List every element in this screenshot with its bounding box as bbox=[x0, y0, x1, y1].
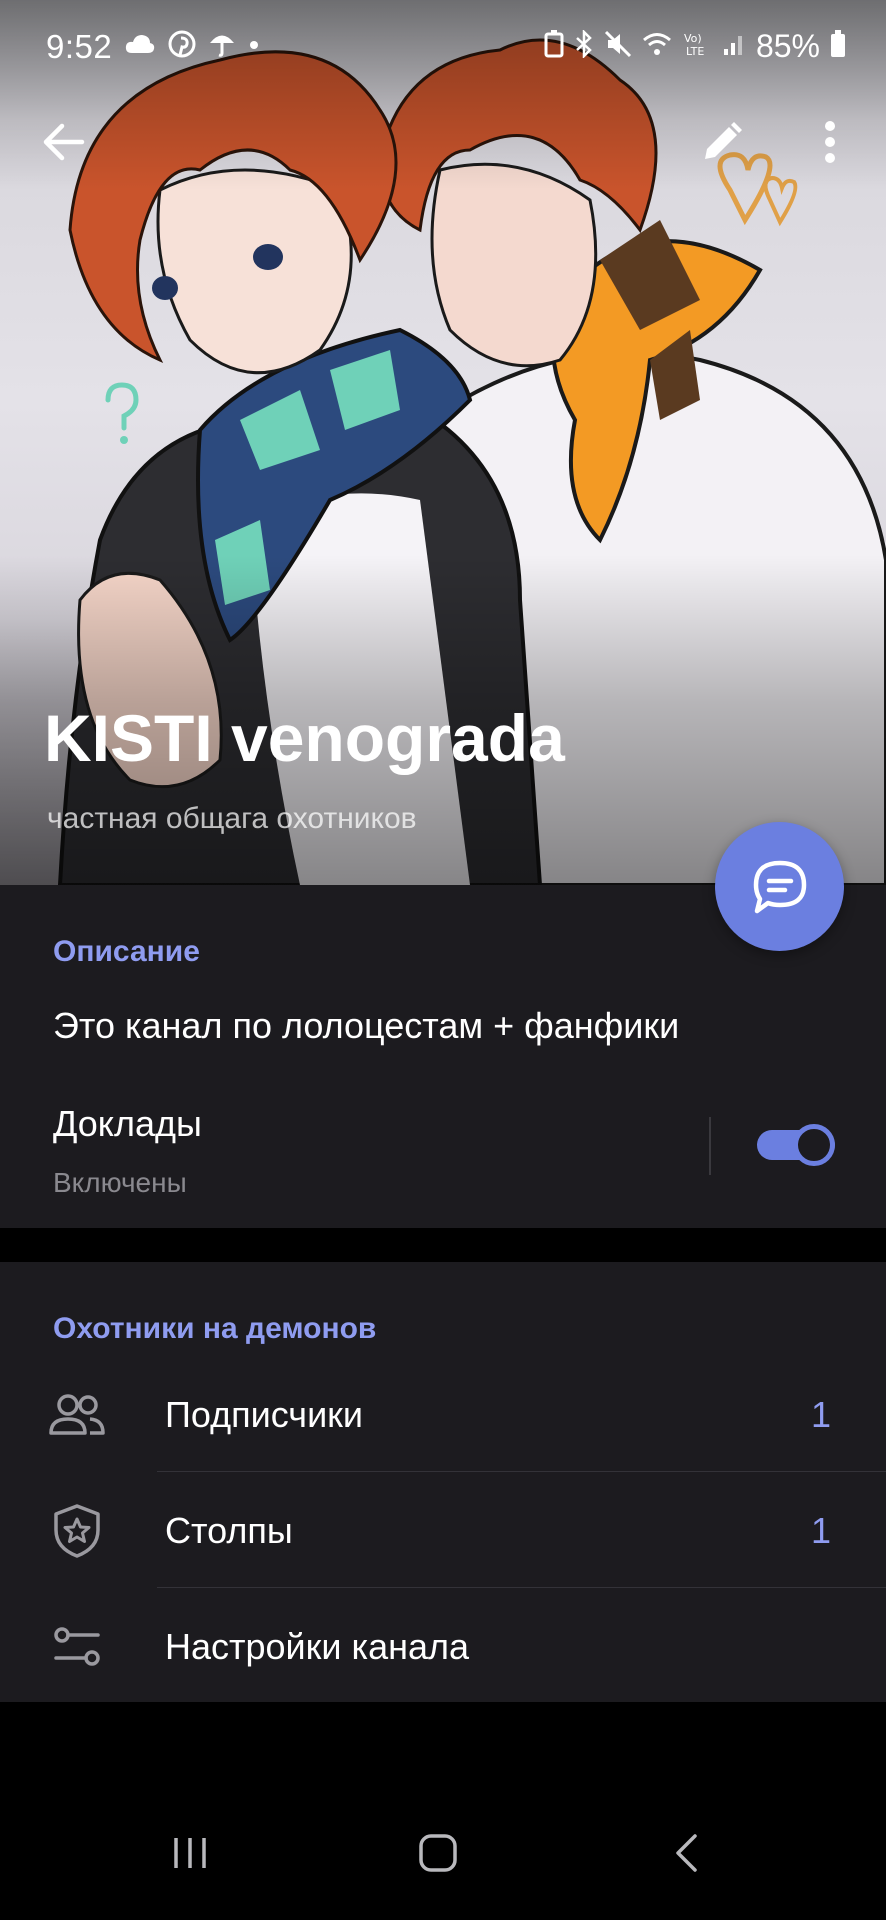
signal-icon bbox=[722, 31, 746, 62]
pillars-row[interactable]: Столпы 1 bbox=[0, 1472, 886, 1588]
mute-icon bbox=[604, 30, 632, 63]
svg-text:Vo): Vo) bbox=[684, 32, 702, 45]
row-label: Подписчики bbox=[165, 1394, 364, 1435]
home-icon bbox=[419, 1834, 457, 1872]
reports-status: Включены bbox=[53, 1167, 187, 1198]
svg-text:LTE: LTE bbox=[686, 45, 704, 58]
row-label: Столпы bbox=[165, 1510, 293, 1551]
battery-percent: 85% bbox=[755, 28, 820, 64]
description-header: Описание bbox=[53, 935, 200, 968]
status-bar: 9:52 Vo) LTE 85% bbox=[0, 0, 886, 96]
reports-toggle[interactable] bbox=[757, 1124, 835, 1166]
reports-title: Доклады bbox=[53, 1103, 202, 1144]
volte-icon: Vo) LTE bbox=[682, 30, 712, 63]
channel-subtitle: частная общага охотников bbox=[47, 802, 417, 835]
members-section: Охотники на демонов Подписчики 1 Столпы … bbox=[0, 1262, 886, 1702]
edit-button[interactable] bbox=[688, 108, 756, 176]
chevron-left-icon bbox=[676, 1834, 697, 1872]
umbrella-icon bbox=[208, 30, 236, 63]
row-count: 1 bbox=[810, 1394, 831, 1435]
sliders-icon bbox=[48, 1618, 106, 1676]
open-chat-button[interactable] bbox=[715, 822, 844, 951]
more-vertical-icon bbox=[825, 121, 835, 163]
pencil-icon bbox=[705, 122, 742, 159]
cloud-icon bbox=[124, 33, 156, 60]
shield-star-icon bbox=[48, 1502, 106, 1560]
battery-saver-icon bbox=[544, 30, 564, 63]
bluetooth-icon bbox=[574, 28, 594, 63]
row-label: Настройки канала bbox=[165, 1626, 470, 1667]
nav-back-button[interactable] bbox=[636, 1810, 736, 1896]
subscribers-row[interactable]: Подписчики 1 bbox=[0, 1356, 886, 1472]
row-count: 1 bbox=[810, 1510, 831, 1551]
channel-title: KISTI venograda bbox=[44, 701, 565, 775]
description-text[interactable]: Это канал по лолоцестам + фанфики bbox=[53, 1005, 679, 1047]
chat-bubble-icon bbox=[753, 860, 806, 913]
recent-apps-button[interactable] bbox=[140, 1810, 240, 1896]
people-icon bbox=[48, 1386, 106, 1444]
recent-apps-icon bbox=[174, 1838, 206, 1868]
divider bbox=[709, 1117, 711, 1175]
home-button[interactable] bbox=[388, 1810, 488, 1896]
members-header: Охотники на демонов bbox=[53, 1312, 377, 1345]
battery-icon bbox=[830, 30, 846, 63]
wifi-icon bbox=[642, 31, 672, 62]
more-options-button[interactable] bbox=[800, 108, 860, 176]
system-nav-bar bbox=[0, 1790, 886, 1920]
back-button[interactable] bbox=[30, 108, 98, 176]
channel-settings-row[interactable]: Настройки канала bbox=[0, 1588, 886, 1704]
dot-icon bbox=[248, 38, 260, 56]
arrow-left-icon bbox=[43, 123, 85, 161]
pinterest-icon bbox=[168, 30, 196, 63]
status-time: 9:52 bbox=[46, 28, 113, 65]
